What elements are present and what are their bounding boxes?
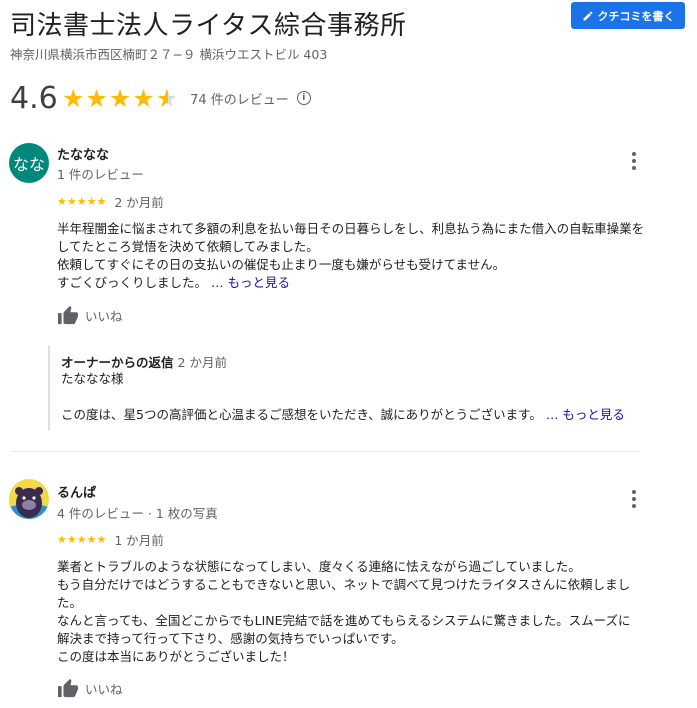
reply-owner-label: オーナーからの返信 [61, 355, 174, 370]
thumbs-up-icon [58, 678, 78, 698]
review-line: すごくびっくりしました。… もっと見る [57, 274, 644, 292]
owner-reply: オーナーからの返信 2 か月前 たななな様 この度は、星5つの高評価と心温まるご感… [48, 346, 655, 430]
reply-time: 2 か月前 [177, 355, 227, 370]
reply-blank [61, 388, 625, 406]
star-icon: ★ [62, 83, 85, 113]
review-line: 業者とトラブルのような状態になってしまい、度々くる連絡に怯えながら過ごしていまし… [57, 559, 581, 574]
star-icon: ★ [108, 83, 132, 113]
ellipsis: … [545, 407, 559, 422]
rating-summary: 4.6 ★ ★ ★ ★ ★ 74 件のレビュー i [10, 80, 311, 116]
more-link[interactable]: もっと見る [562, 407, 625, 422]
ellipsis: … [211, 275, 224, 290]
star-icon: ★ [85, 83, 108, 113]
review-line: 依頼してすぐにその日の支払いの催促も止まり一度も嫌がらせも受けてません。 [57, 257, 506, 272]
review-line-text: すごくびっくりしました。 [57, 275, 208, 290]
thumbs-up-icon [58, 305, 78, 325]
review-text: 業者とトラブルのような状態になってしまい、度々くる連絡に怯えながら過ごしていまし… [57, 558, 631, 666]
review-line: 半年程闇金に悩まされて多額の利息を払い毎日その日暮らしをし、利息払う為にまた借入… [57, 221, 645, 236]
review-line: この度は本当にありがとうございました！ [57, 649, 295, 664]
like-label: いいね [85, 681, 123, 697]
more-link[interactable]: もっと見る [228, 275, 291, 290]
star-icon: ★ [132, 83, 155, 113]
reply-text: たななな様 この度は、星5つの高評価と心温まるご感想をいただき、誠にありがとうご… [61, 370, 625, 424]
reviewer-meta[interactable]: 1 件のレビュー [57, 164, 144, 183]
more-options-icon[interactable] [631, 152, 637, 170]
reviewer-meta[interactable]: 4 件のレビュー · 1 枚の写真 [57, 503, 218, 522]
address: 神奈川県横浜市西区楠町２７−９ 横浜ウエストビル 403 [10, 47, 328, 62]
pencil-icon [583, 10, 593, 20]
reply-header: オーナーからの返信 2 か月前 [61, 352, 227, 371]
rating-stars: ★ ★ ★ ★ ★ [62, 86, 178, 111]
like-button[interactable]: いいね [57, 678, 123, 698]
stars-icon: ★★★★★ [57, 195, 107, 208]
more-options-icon[interactable] [631, 490, 637, 508]
reply-line: たななな様 [61, 371, 124, 386]
review-rating: ★★★★★ 2 か月前 [57, 192, 164, 211]
review-rating: ★★★★★ 1 か月前 [57, 530, 164, 549]
write-review-button[interactable]: クチコミを書く [571, 2, 685, 29]
review-line: た。 [57, 595, 83, 610]
review-time: 2 か月前 [114, 195, 164, 210]
reply-line-text: この度は、星5つの高評価と心温まるご感想をいただき、誠にありがとうございます。 [61, 407, 542, 422]
reply-line: この度は、星5つの高評価と心温まるご感想をいただき、誠にありがとうございます。…… [61, 406, 625, 424]
place-title: 司法書士法人ライタス綜合事務所 [10, 11, 407, 41]
divider [10, 451, 639, 452]
review-line: 解決まで持って行って下さり、感謝の気持ちでいっぱいです。 [57, 631, 404, 646]
review-line: してたところ覚悟を決めて依頼してみました。 [57, 239, 319, 254]
rating-value: 4.6 [10, 80, 58, 116]
avatar[interactable]: なな [9, 143, 49, 183]
avatar[interactable] [9, 479, 49, 519]
write-review-label: クチコミを書く [597, 9, 675, 23]
half-star-icon: ★ [155, 83, 179, 113]
review-text: 半年程闇金に悩まされて多額の利息を払い毎日その日暮らしをし、利息払う為にまた借入… [57, 220, 644, 292]
info-icon[interactable]: i [296, 91, 311, 105]
review-time: 1 か月前 [114, 533, 164, 548]
avatar-image [9, 479, 49, 519]
reviewer-name[interactable]: たななな [57, 144, 109, 163]
review-line: もう自分だけではどうすることもできないと思い、ネットで調べて見つけたライタスさん… [57, 577, 631, 592]
stars-icon: ★★★★★ [57, 533, 107, 546]
like-label: いいね [85, 308, 123, 324]
review-line: なんと言っても、全国どこからでもLINE完結で話を進めてもらえるシステムに驚きま… [57, 613, 631, 628]
review-count[interactable]: 74 件のレビュー [190, 89, 289, 108]
like-button[interactable]: いいね [57, 305, 123, 325]
reviewer-name[interactable]: るんぱ [57, 482, 96, 501]
